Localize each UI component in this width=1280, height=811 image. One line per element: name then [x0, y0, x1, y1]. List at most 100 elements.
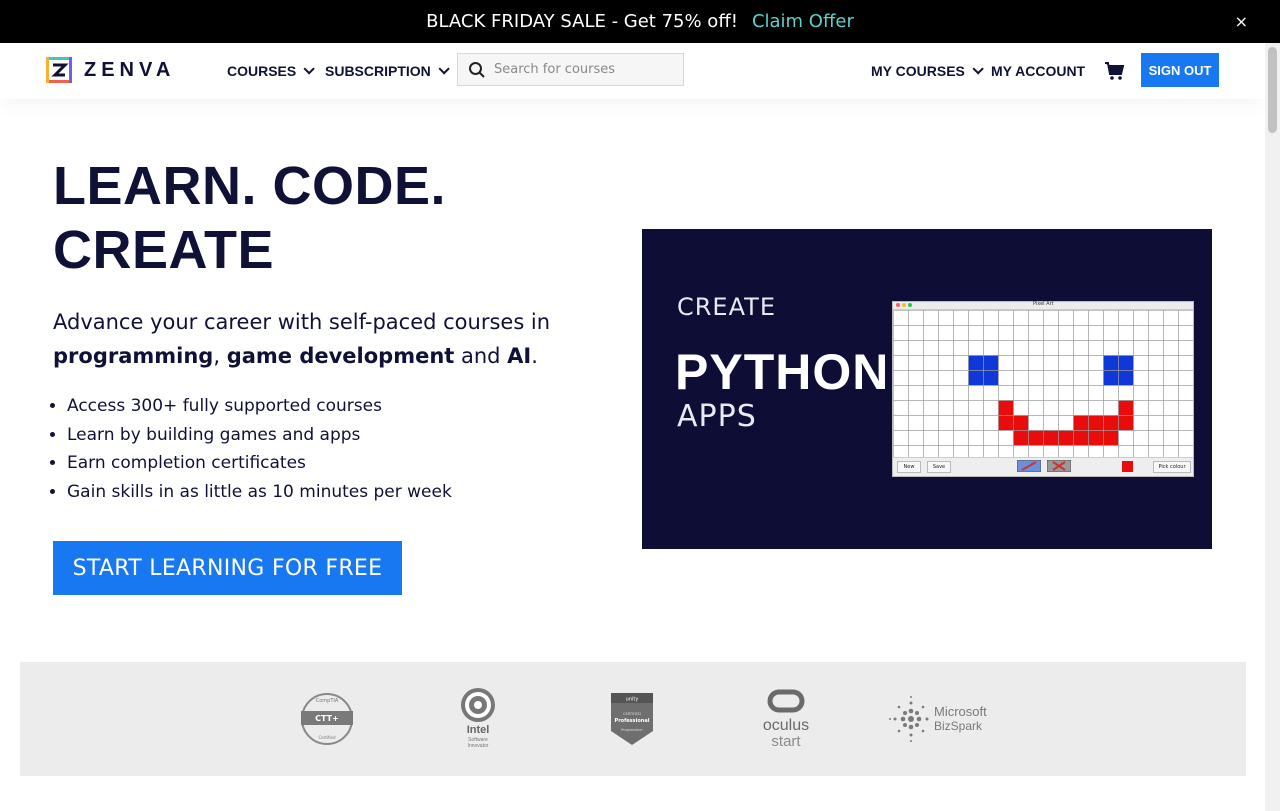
close-icon[interactable]: × — [1235, 12, 1248, 31]
pixel-cell — [983, 340, 999, 356]
pixel-cell — [1013, 340, 1029, 356]
intel-badge-icon: Intel Software Innovator — [461, 688, 495, 749]
pixel-cell — [1163, 430, 1179, 446]
chevron-down-icon — [972, 63, 984, 75]
pixel-cell — [983, 370, 999, 386]
eraser-icon — [1047, 460, 1071, 472]
zenva-logo-icon — [46, 57, 72, 83]
nav-courses[interactable]: COURSES — [227, 63, 316, 79]
comptia-bot-text: Certified — [318, 735, 336, 740]
pixel-cell — [908, 310, 924, 326]
pixel-cell — [1043, 415, 1059, 431]
pixel-cell — [1088, 340, 1104, 356]
intel-logo: Intel Software Innovator — [448, 662, 508, 776]
pixel-cell — [983, 310, 999, 326]
pixel-cell — [1013, 415, 1029, 431]
pixel-cell — [968, 325, 984, 341]
pixel-cell — [908, 385, 924, 401]
promo-text: BLACK FRIDAY SALE - Get 75% off! — [426, 11, 738, 32]
pixel-cell — [1133, 370, 1149, 386]
pixel-cell — [1118, 415, 1134, 431]
pixel-cell — [1103, 415, 1119, 431]
pixel-cell — [1148, 400, 1164, 416]
pixel-cell — [968, 385, 984, 401]
pixel-cell — [1148, 415, 1164, 431]
nav-my-account[interactable]: MY ACCOUNT — [991, 63, 1085, 79]
claim-offer-link[interactable]: Claim Offer — [752, 11, 854, 32]
pixel-cell — [1073, 325, 1089, 341]
oculus-start-logo: oculus start — [756, 662, 816, 776]
sub-programming: programming — [53, 344, 214, 368]
hero-title-line2: CREATE — [53, 220, 275, 280]
site-header: ZENVA COURSES SUBSCRIPTION MY COURSES MY… — [0, 43, 1265, 99]
pixel-cell — [923, 310, 939, 326]
pixel-cell — [983, 325, 999, 341]
page-scrollbar[interactable] — [1265, 43, 1280, 811]
pixel-cell — [923, 430, 939, 446]
pixel-cell — [1133, 340, 1149, 356]
pixel-cell — [1028, 355, 1044, 371]
nav-my-courses-label: MY COURSES — [871, 63, 965, 79]
partner-logos-strip: CompTIA CTT+ Certified Intel Software In… — [20, 662, 1246, 776]
nav-courses-label: COURSES — [227, 63, 297, 79]
search-box — [457, 53, 684, 86]
scrollbar-thumb[interactable] — [1268, 47, 1277, 133]
nav-my-courses[interactable]: MY COURSES — [871, 63, 984, 79]
pixel-cell — [1058, 385, 1074, 401]
nav-subscription-label: SUBSCRIPTION — [325, 63, 431, 79]
list-item: Access 300+ fully supported courses — [67, 392, 452, 421]
nav-subscription[interactable]: SUBSCRIPTION — [325, 63, 450, 79]
pixel-cell — [1058, 370, 1074, 386]
search-input[interactable] — [492, 61, 676, 78]
pixel-cell — [923, 370, 939, 386]
pixel-cell — [1013, 400, 1029, 416]
maximize-dot-icon — [908, 303, 912, 307]
pixel-cell — [1163, 400, 1179, 416]
pixel-cell — [1178, 310, 1193, 326]
pixel-cell — [1043, 370, 1059, 386]
pixel-cell — [893, 340, 909, 356]
start-learning-button[interactable]: START LEARNING FOR FREE — [53, 541, 402, 595]
pixel-cell — [1103, 325, 1119, 341]
pixel-cell — [923, 325, 939, 341]
pixel-cell — [893, 325, 909, 341]
banner-apps-text: APPS — [677, 399, 757, 434]
sign-out-button[interactable]: SIGN OUT — [1141, 53, 1219, 87]
pixel-cell — [1133, 355, 1149, 371]
pixel-cell — [968, 415, 984, 431]
pixel-cell — [998, 385, 1014, 401]
pixel-cell — [998, 355, 1014, 371]
pixel-cell — [1073, 385, 1089, 401]
pixel-cell — [1073, 400, 1089, 416]
zenva-logo[interactable]: ZENVA — [46, 57, 175, 83]
pixel-cell — [983, 430, 999, 446]
hero-title: LEARN. CODE. CREATE — [53, 154, 446, 282]
microsoft-text: Microsoft — [934, 704, 987, 719]
window-titlebar: Pixel Art — [893, 301, 1193, 310]
pixel-cell — [1028, 325, 1044, 341]
hero-title-line1: LEARN. CODE. — [53, 156, 447, 216]
pixel-cell — [1178, 385, 1193, 401]
chevron-down-icon — [438, 63, 450, 75]
pixel-cell — [1148, 355, 1164, 371]
pixel-cell — [953, 310, 969, 326]
pixel-cell — [1073, 310, 1089, 326]
unity-top-text: unity — [626, 697, 639, 703]
unity-certified-logo: unity CERTIFIED Professional Programmer — [606, 662, 658, 776]
pixel-cell — [1028, 415, 1044, 431]
pixel-cell — [1103, 385, 1119, 401]
pixel-cell — [1058, 325, 1074, 341]
pixel-cell — [1178, 415, 1193, 431]
sub-end: . — [531, 344, 538, 368]
brand-name: ZENVA — [84, 58, 176, 81]
pixel-cell — [1043, 340, 1059, 356]
pixel-cell — [1178, 355, 1193, 371]
pixel-cell — [893, 400, 909, 416]
pixel-cell — [998, 310, 1014, 326]
pixel-cell — [998, 325, 1014, 341]
search-icon[interactable] — [468, 61, 486, 79]
pixel-cell — [998, 430, 1014, 446]
cart-icon[interactable] — [1104, 60, 1126, 82]
pixel-cell — [1133, 430, 1149, 446]
pixel-cell — [923, 385, 939, 401]
